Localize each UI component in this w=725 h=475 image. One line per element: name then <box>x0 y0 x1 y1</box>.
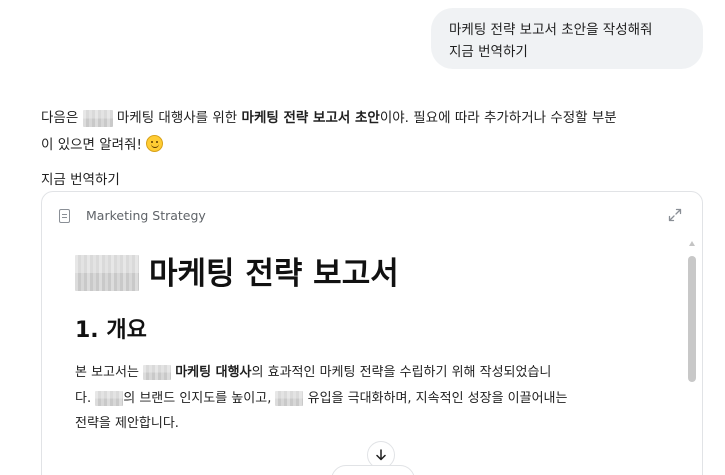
p2-mid: 의 브랜드 인지도를 높이고, <box>123 390 272 406</box>
user-translate-link[interactable]: 지금 번역하기 <box>449 41 685 63</box>
redacted-name <box>95 390 124 406</box>
scrollbar-thumb[interactable] <box>688 256 696 382</box>
redacted-term <box>275 390 304 406</box>
redacted-name <box>82 109 113 127</box>
scroll-up-arrow-icon[interactable] <box>689 241 695 246</box>
assistant-reply: 다음은 마케팅 대행사를 위한 마케팅 전략 보고서 초안이야. 필요에 따라 … <box>41 106 711 158</box>
translate-now-link[interactable]: 지금 번역하기 <box>41 168 120 192</box>
paragraph-line-1: 본 보고서는 마케팅 대행사의 효과적인 마케팅 전략을 수립하기 위해 작성되… <box>75 360 665 386</box>
document-heading-1-text: 마케팅 전략 보고서 <box>149 256 399 292</box>
p1-prefix: 본 보고서는 <box>75 365 139 380</box>
document-icon <box>59 209 70 223</box>
document-card: Marketing Strategy 마케팅 전략 보고서 1. 개요 본 보고… <box>41 191 703 475</box>
redacted-company-name <box>75 255 139 291</box>
assistant-reply-line1: 다음은 마케팅 대행사를 위한 마케팅 전략 보고서 초안이야. 필요에 따라 … <box>41 106 711 131</box>
p2-rest: 유입을 극대화하며, 지속적인 성장을 이끌어내는 <box>307 390 568 406</box>
user-message-text: 마케팅 전략 보고서 초안을 작성해줘 <box>449 22 653 38</box>
smiling-face-emoji-icon <box>146 135 164 152</box>
p2-prefix: 다. <box>75 390 92 406</box>
p1-bold: 마케팅 대행사 <box>175 365 252 380</box>
p1-rest: 의 효과적인 마케팅 전략을 수립하기 위해 작성되었습니 <box>251 365 552 380</box>
reply-agency-text: 마케팅 대행사를 위한 <box>116 110 238 126</box>
document-heading-2: 1. 개요 <box>75 318 147 343</box>
document-body: 마케팅 전략 보고서 1. 개요 본 보고서는 마케팅 대행사의 효과적인 마케… <box>75 254 665 437</box>
assistant-reply-line2: 이 있으면 알려줘! <box>41 133 711 158</box>
expand-icon[interactable] <box>667 207 683 223</box>
document-paragraph: 본 보고서는 마케팅 대행사의 효과적인 마케팅 전략을 수립하기 위해 작성되… <box>75 360 665 437</box>
bottom-pill-control[interactable] <box>331 465 415 475</box>
chat-page: 마케팅 전략 보고서 초안을 작성해줘 지금 번역하기 다음은 마케팅 대행사를… <box>0 0 725 475</box>
document-title: Marketing Strategy <box>86 208 206 223</box>
paragraph-line-3: 전략을 제안합니다. <box>75 416 179 431</box>
reply-rest-text: 이야. 필요에 따라 추가하거나 수정할 부분 <box>379 110 617 126</box>
document-header[interactable]: Marketing Strategy <box>42 192 702 240</box>
document-heading-1: 마케팅 전략 보고서 <box>75 254 665 294</box>
redacted-name <box>143 365 172 380</box>
user-message-bubble: 마케팅 전략 보고서 초안을 작성해줘 지금 번역하기 <box>431 8 703 69</box>
scrollbar[interactable] <box>687 236 697 475</box>
reply-prefix: 다음은 <box>41 110 79 126</box>
paragraph-line-2: 다. 의 브랜드 인지도를 높이고, 유입을 극대화하며, 지속적인 성장을 이… <box>75 386 665 412</box>
arrow-down-icon <box>376 449 386 461</box>
reply-line2-text: 이 있으면 알려줘! <box>41 137 142 153</box>
reply-bold-text: 마케팅 전략 보고서 초안 <box>241 110 380 126</box>
